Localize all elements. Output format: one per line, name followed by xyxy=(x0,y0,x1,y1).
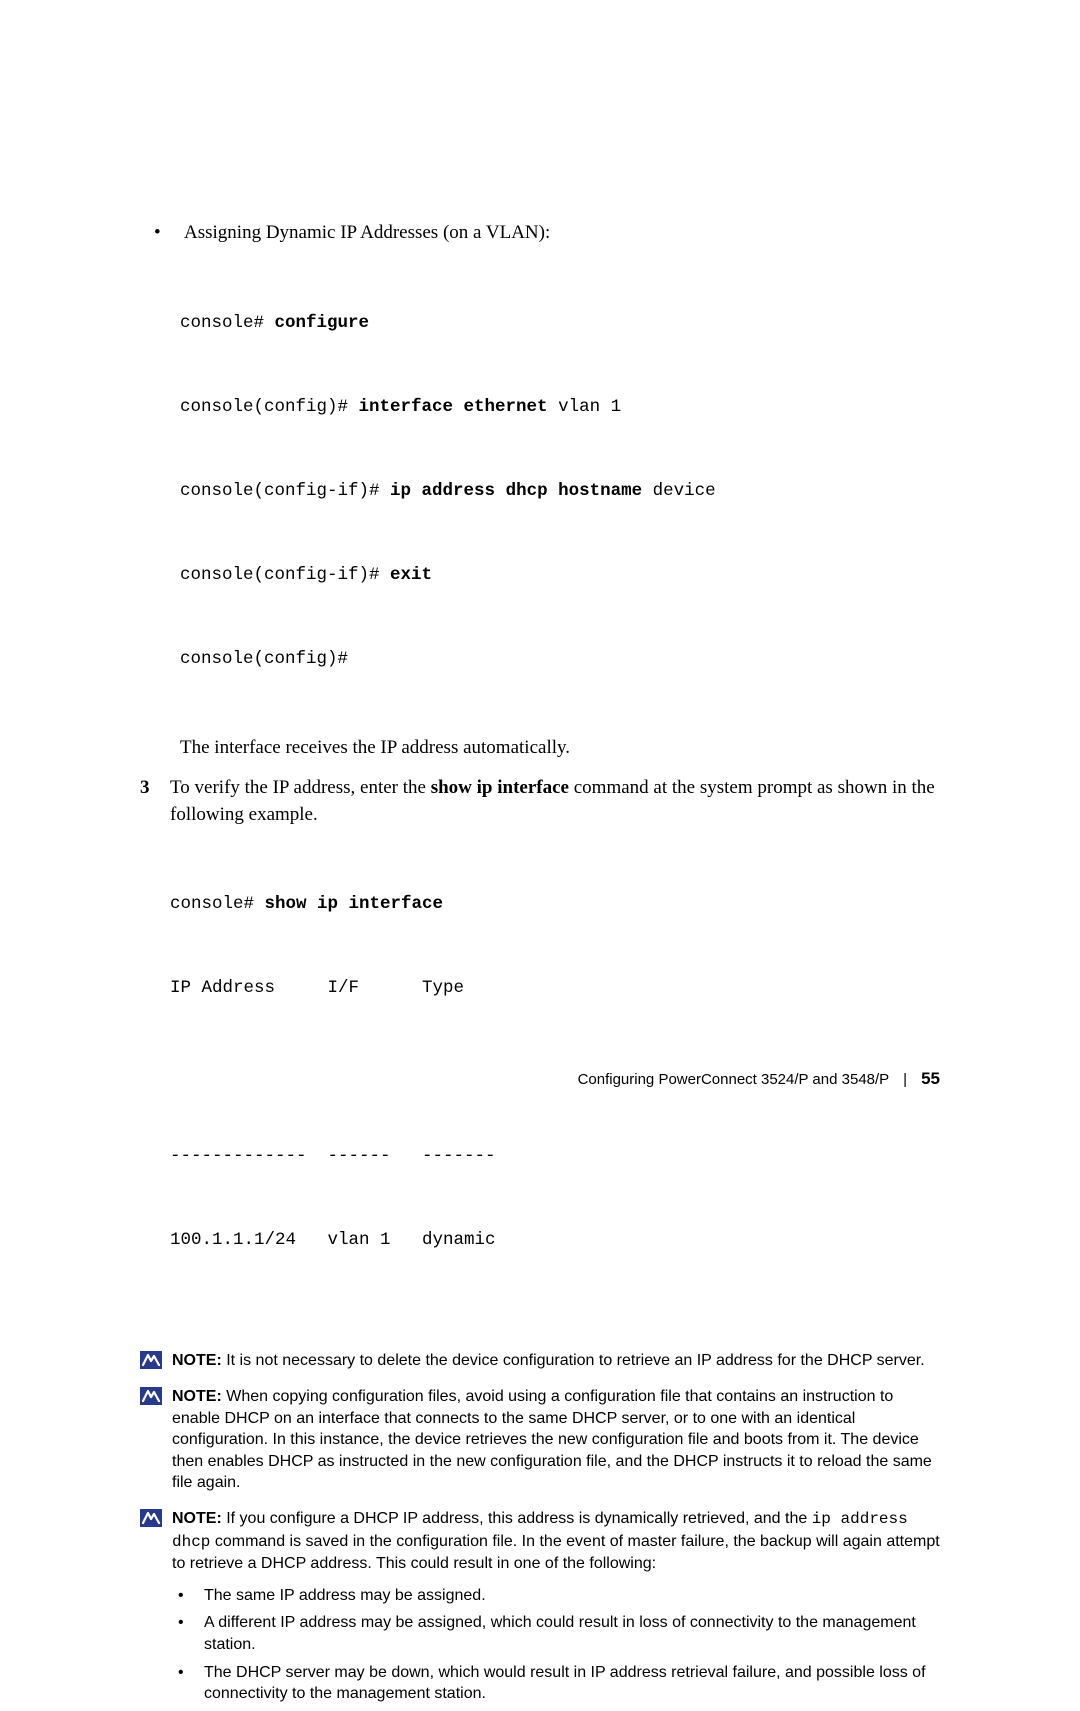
code-line: console(config)# xyxy=(180,649,359,669)
code-bold: ip address dhcp hostname xyxy=(390,481,642,501)
list-item: • A different IP address may be assigned… xyxy=(172,1612,940,1655)
text-bold: show ip interface xyxy=(431,777,569,798)
bullet-dot: • xyxy=(140,220,184,247)
paragraph: The interface receives the IP address au… xyxy=(180,735,940,762)
text: command is saved in the configuration fi… xyxy=(172,1533,940,1573)
footer-separator: | xyxy=(903,1071,907,1088)
text: To verify the IP address, enter the xyxy=(170,777,431,798)
code-bold: exit xyxy=(390,565,432,585)
code-line: console# xyxy=(180,313,275,333)
note-label: NOTE: xyxy=(172,1352,226,1369)
text: If you configure a DHCP IP address, this… xyxy=(226,1510,811,1527)
code-line: ------------- ------ ------- xyxy=(170,1142,940,1170)
bullet-dot: • xyxy=(172,1612,204,1655)
list-item: • The DHCP server may be down, which wou… xyxy=(172,1662,940,1705)
code-bold: show ip interface xyxy=(265,894,444,914)
code-line: device xyxy=(642,481,716,501)
note-text: NOTE: When copying configuration files, … xyxy=(172,1386,940,1494)
text: When copying configuration files, avoid … xyxy=(172,1388,932,1491)
code-bold: configure xyxy=(275,313,370,333)
step-number: 3 xyxy=(140,775,170,828)
note-block: NOTE: It is not necessary to delete the … xyxy=(140,1350,940,1372)
note-label: NOTE: xyxy=(172,1388,226,1405)
text: It is not necessary to delete the device… xyxy=(226,1352,924,1369)
page-number: 55 xyxy=(921,1069,940,1089)
code-block-1: console# configure console(config)# inte… xyxy=(180,253,940,729)
bullet-dot: • xyxy=(172,1585,204,1607)
code-line: console(config-if)# xyxy=(180,565,390,585)
note-block: NOTE: If you configure a DHCP IP address… xyxy=(140,1508,940,1575)
note-icon xyxy=(140,1508,168,1575)
code-line: console(config)# xyxy=(180,397,359,417)
note-text: NOTE: It is not necessary to delete the … xyxy=(172,1350,925,1372)
code-line: IP Address I/F Type xyxy=(170,974,940,1002)
bullet-text: Assigning Dynamic IP Addresses (on a VLA… xyxy=(184,220,550,247)
text: A different IP address may be assigned, … xyxy=(204,1612,940,1655)
bullet-item: • Assigning Dynamic IP Addresses (on a V… xyxy=(140,220,940,247)
note-label: NOTE: xyxy=(172,1510,226,1527)
note-block: NOTE: When copying configuration files, … xyxy=(140,1386,940,1494)
list-item: • The same IP address may be assigned. xyxy=(172,1585,940,1607)
step-text: To verify the IP address, enter the show… xyxy=(170,775,940,828)
numbered-step: 3 To verify the IP address, enter the sh… xyxy=(140,775,940,828)
bullet-dot: • xyxy=(172,1662,204,1705)
note-text: NOTE: If you configure a DHCP IP address… xyxy=(172,1508,940,1575)
sub-bullet-list: • The same IP address may be assigned. •… xyxy=(172,1585,940,1705)
code-bold: interface ethernet xyxy=(359,397,548,417)
note-icon xyxy=(140,1386,168,1494)
footer-title: Configuring PowerConnect 3524/P and 3548… xyxy=(578,1071,890,1088)
text: The DHCP server may be down, which would… xyxy=(204,1662,940,1705)
text: The same IP address may be assigned. xyxy=(204,1585,486,1607)
page-footer: Configuring PowerConnect 3524/P and 3548… xyxy=(578,1069,940,1089)
note-icon xyxy=(140,1350,168,1372)
code-line: 100.1.1.1/24 vlan 1 dynamic xyxy=(170,1226,940,1254)
code-line: console# xyxy=(170,894,265,914)
code-line: vlan 1 xyxy=(548,397,622,417)
code-line: console(config-if)# xyxy=(180,481,390,501)
